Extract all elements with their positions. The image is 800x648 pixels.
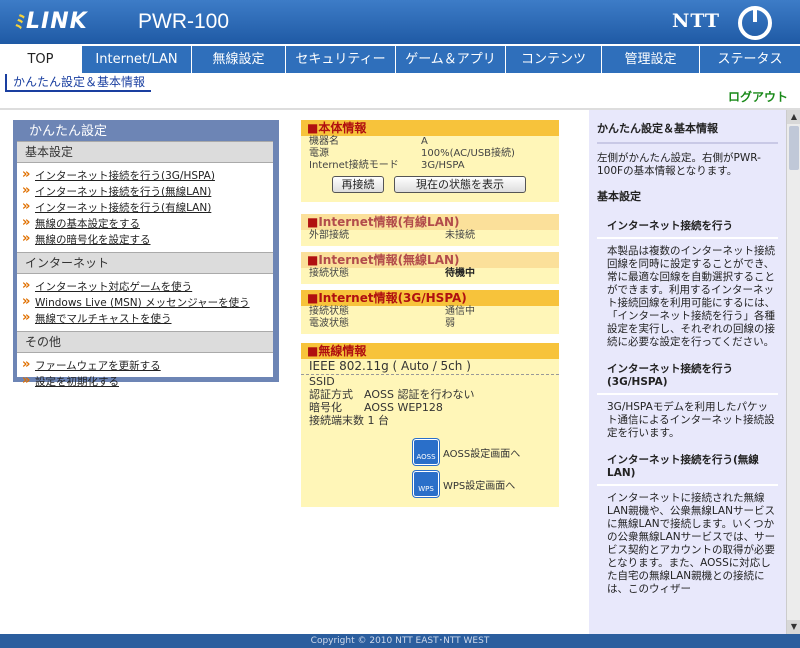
header-bar: ﾐLINK PWR-100 NTT [0,0,800,44]
easy-setup-list: 基本設定 インターネット接続を行う(3G/HSPA) インターネット接続を行う(… [17,141,273,389]
link-wireless-encryption[interactable]: 無線の暗号化を設定する [17,231,273,248]
wireless-info-box: ■無線情報 IEEE 802.11g ( Auto / 5ch ) SSID 認… [301,343,559,507]
info-row: 外部接続 未接続 [309,230,475,241]
link-messenger[interactable]: Windows Live (MSN) メッセンジャーを使う [17,294,273,311]
help-item-heading: インターネット接続を行う(3G/HSPA) [607,363,733,388]
help-item-text: 3G/HSPAモデムを利用したパケット通信によるインターネット接続設定を行います… [607,401,775,439]
wireless-auth: 認証方式 AOSS 認証を行わない [309,388,475,401]
info-row: 電源 100%(AC/USB接続) [309,148,515,159]
help-item-text: インターネットに接続された無線LAN親機や、公衆無線LANサービスに無線LANで… [607,492,776,595]
link-connect-3g[interactable]: インターネット接続を行う(3G/HSPA) [17,167,273,184]
help-title: かんたん設定＆基本情報 [597,122,718,135]
section-basic: 基本設定 [17,141,273,163]
help-intro: 左側がかんたん設定。右側がPWR-100Fの基本情報となります。 [597,152,761,177]
link-connect-wlan[interactable]: インターネット接続を行う(無線LAN) [17,183,273,200]
tab-admin[interactable]: 管理設定 [602,46,700,73]
wireless-clients: 接続端末数 1 台 [309,414,389,427]
scroll-up-icon[interactable]: ▲ [787,110,800,124]
info-row: 機器名 A [309,136,428,147]
aoss-label: AOSS設定画面へ [443,448,521,460]
wireless-info-head: ■無線情報 [301,343,559,359]
link-multicast[interactable]: 無線でマルチキャストを使う [17,310,273,327]
scroll-down-icon[interactable]: ▼ [787,620,800,634]
show-status-button[interactable]: 現在の状態を表示 [394,176,526,193]
tab-contents[interactable]: コンテンツ [506,46,602,73]
footer-copyright: Copyright © 2010 NTT EAST･NTT WEST [0,634,800,648]
reconnect-button[interactable]: 再接続 [332,176,384,193]
wps-icon: WPS [413,471,439,497]
hspa-info-head: ■Internet情報(3G/HSPA) [301,290,559,306]
hspa-info-box: ■Internet情報(3G/HSPA) 接続状態 通信中 電波状態弱 [301,290,559,334]
tab-top[interactable]: TOP [0,46,82,73]
aoss-link[interactable]: AOSS AOSS設定画面へ [413,439,520,465]
aoss-icon: AOSS [413,439,439,465]
logout-link[interactable]: ログアウト [728,88,788,105]
wired-info-head: ■Internet情報(有線LAN) [301,214,559,230]
link-wireless-basic[interactable]: 無線の基本設定をする [17,215,273,232]
device-info-box: ■本体情報 機器名 A 電源 100%(AC/USB接続) Internet接続モー… [301,120,559,202]
ntt-logo-text: NTT [672,10,720,32]
scroll-thumb[interactable] [789,126,799,170]
help-scrollbar[interactable]: ▲ ▼ [786,110,800,634]
section-internet: インターネット [17,252,273,274]
help-basic-heading: 基本設定 [597,190,641,203]
help-item-heading: インターネット接続を行う(無線LAN) [607,454,759,479]
tab-internet-lan[interactable]: Internet/LAN [82,46,192,73]
tab-status[interactable]: ステータス [700,46,800,73]
link-logo: ﾐLINK [14,9,88,34]
tab-wireless[interactable]: 無線設定 [192,46,286,73]
device-info-head: ■本体情報 [301,120,559,136]
help-panel: かんたん設定＆基本情報 左側がかんたん設定。右側がPWR-100Fの基本情報とな… [589,110,786,634]
help-item-heading: インターネット接続を行う [607,220,733,232]
link-reset[interactable]: 設定を初期化する [17,373,273,390]
easy-setup-title: かんたん設定 [29,124,108,139]
subnav-easy-setup[interactable]: かんたん設定＆基本情報 [5,74,152,92]
wps-label: WPS設定画面へ [443,480,516,492]
link-firmware[interactable]: ファームウェアを更新する [17,357,273,374]
link-games[interactable]: インターネット対応ゲームを使う [17,278,273,295]
link-connect-lan[interactable]: インターネット接続を行う(有線LAN) [17,199,273,216]
tab-game-app[interactable]: ゲーム＆アプリ [396,46,506,73]
ntt-power-icon [738,6,772,40]
info-row: 電波状態弱 [309,318,455,329]
model-name: PWR-100 [138,10,230,33]
wps-link[interactable]: WPS WPS設定画面へ [413,471,515,497]
wireless-standard: IEEE 802.11g ( Auto / 5ch ) [301,359,559,375]
info-row: Internet接続モード 3G/HSPA [309,160,465,171]
help-item-text: 本製品は複数のインターネット接続回線を同時に設定することができ、常に最適な回線を… [607,245,776,348]
easy-setup-panel: かんたん設定 基本設定 インターネット接続を行う(3G/HSPA) インターネッ… [13,120,279,389]
tab-security[interactable]: セキュリティー [286,46,396,73]
wireless-ssid: SSID [309,375,335,388]
section-other: その他 [17,331,273,353]
info-row: 接続状態 通信中 [309,306,475,317]
wlan-inet-info-head: ■Internet情報(無線LAN) [301,252,559,268]
info-row: 接続状態 待機中 [309,268,475,279]
wireless-enc: 暗号化 AOSS WEP128 [309,401,443,414]
wlan-inet-info-box: ■Internet情報(無線LAN) 接続状態 待機中 [301,252,559,284]
wired-info-box: ■Internet情報(有線LAN) 外部接続 未接続 [301,214,559,246]
main-nav: TOP Internet/LAN 無線設定 セキュリティー ゲーム＆アプリ コン… [0,46,800,73]
